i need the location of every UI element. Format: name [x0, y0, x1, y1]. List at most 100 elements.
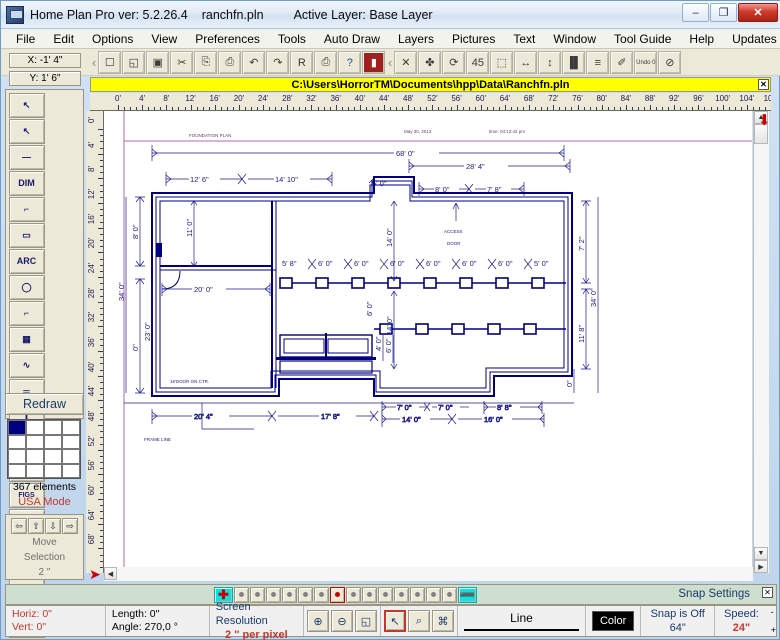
color-button[interactable]: Color	[591, 611, 635, 631]
arc-tool[interactable]: ARC	[8, 248, 45, 274]
menu-item-text[interactable]: Text	[504, 31, 544, 47]
speed-decrease-button[interactable]: +	[771, 625, 776, 635]
horizontal-ruler[interactable]: 0' 4' 8' 12' 16' 20' 24' 28' 32' 36' 40' 44' 48' 52' 5…	[90, 93, 771, 111]
snap-settings-button[interactable]: Snap Settings	[673, 587, 755, 601]
color-swatch[interactable]	[26, 434, 44, 449]
stretch-vertical-button[interactable]: ↕	[538, 51, 562, 74]
layer-dot-button-5[interactable]	[314, 586, 329, 603]
open-file-button[interactable]: ◱	[122, 51, 146, 74]
save-file-button[interactable]: ▣	[146, 51, 170, 74]
speed-increase-button[interactable]: -	[771, 607, 776, 617]
vertical-ruler[interactable]: 0' 4' 8' 12' 16' 20' 24' 28' 32' 36' 40' 44' 48' 52' 5…	[86, 111, 104, 573]
layer-dot-button-13[interactable]	[442, 586, 457, 603]
layer-dot-button-11[interactable]	[410, 586, 425, 603]
circle-tool[interactable]: ◯	[8, 274, 45, 300]
color-swatch[interactable]	[8, 434, 26, 449]
color-swatch-grid[interactable]	[7, 419, 81, 479]
maximize-button[interactable]: ❐	[710, 3, 737, 22]
color-swatch[interactable]	[8, 463, 26, 478]
menu-item-file[interactable]: File	[7, 31, 44, 47]
layer-dot-button-8[interactable]	[362, 586, 377, 603]
layer-dot-button-12[interactable]	[426, 586, 441, 603]
minimize-button[interactable]: –	[682, 3, 709, 22]
rectangle-tool[interactable]: ▭	[8, 222, 45, 248]
menu-item-layers[interactable]: Layers	[389, 31, 443, 47]
menu-item-auto-draw[interactable]: Auto Draw	[315, 31, 389, 47]
menu-item-options[interactable]: Options	[83, 31, 142, 47]
menu-item-tools[interactable]: Tools	[269, 31, 315, 47]
toolbar-scroll-left-icon[interactable]: ‹	[388, 55, 392, 70]
color-swatch[interactable]	[62, 463, 80, 478]
menu-item-tool-guide[interactable]: Tool Guide	[605, 31, 680, 47]
stretch-horizontal-button[interactable]: ↔	[514, 51, 538, 74]
select-area-tool[interactable]: ↖	[8, 118, 45, 144]
rotate-button[interactable]: ⟳	[442, 51, 466, 74]
layer-dot-button-9[interactable]	[378, 586, 393, 603]
menu-item-help[interactable]: Help	[680, 31, 723, 47]
vertical-scrollbar[interactable]: ▲ ▼ ▶	[753, 111, 769, 573]
speed-panel[interactable]: Speed: 24"	[715, 606, 768, 636]
curve-tool[interactable]: ∿	[8, 352, 45, 378]
undo-zero-button[interactable]: Undo 0	[634, 51, 658, 74]
color-swatch[interactable]	[44, 420, 62, 435]
print-preview-button[interactable]: R	[290, 51, 314, 74]
align-columns-button[interactable]: ▐▌	[562, 51, 586, 74]
line-tool[interactable]: —	[8, 144, 45, 170]
polyline-tool[interactable]: ⌐	[8, 196, 45, 222]
color-swatch[interactable]	[44, 449, 62, 464]
menu-item-pictures[interactable]: Pictures	[443, 31, 504, 47]
layer-dot-button-10[interactable]	[394, 586, 409, 603]
color-swatch[interactable]	[44, 463, 62, 478]
cancel-circle-button[interactable]: ⊘	[658, 51, 682, 74]
close-button[interactable]: ✕	[738, 3, 778, 22]
dotbar-close-icon[interactable]: ✕	[762, 587, 773, 598]
move-arrow-1[interactable]: ⇧	[28, 518, 44, 534]
color-swatch[interactable]	[62, 449, 80, 464]
color-swatch[interactable]	[62, 420, 80, 435]
toolbar-scroll-left-icon[interactable]: ‹	[92, 55, 96, 70]
scroll-down-button[interactable]: ▼	[754, 547, 768, 560]
color-swatch[interactable]	[26, 463, 44, 478]
copy-button[interactable]: ⎘	[194, 51, 218, 74]
color-swatch[interactable]	[62, 434, 80, 449]
layer-dot-button-6[interactable]	[330, 586, 345, 603]
select-arrow-tool[interactable]: ↖	[8, 92, 45, 118]
undo-button[interactable]: ↶	[242, 51, 266, 74]
menu-item-updates[interactable]: Updates	[723, 31, 780, 47]
move-button[interactable]: ✤	[418, 51, 442, 74]
path-close-icon[interactable]: ✕	[758, 79, 769, 90]
new-file-button[interactable]: ☐	[98, 51, 122, 74]
wall-tool[interactable]: ⌐	[8, 300, 45, 326]
print-button[interactable]: ⎙	[314, 51, 338, 74]
move-arrow-0[interactable]: ⇦	[11, 518, 27, 534]
line-style-panel[interactable]: Line	[458, 606, 586, 636]
fit-page-icon[interactable]: ◱	[354, 610, 377, 632]
move-arrow-2[interactable]: ⇩	[45, 518, 61, 534]
scroll-right-corner-button[interactable]: ▶	[754, 560, 768, 573]
grid-tool[interactable]: ▦	[8, 326, 45, 352]
zoom-dynamic-icon[interactable]: ⌘	[431, 610, 454, 632]
dimension-tool[interactable]: DIM	[8, 170, 45, 196]
cut-button[interactable]: ✂	[170, 51, 194, 74]
pan-icon[interactable]: ↖	[383, 610, 406, 632]
measure-button[interactable]: ✐	[610, 51, 634, 74]
menu-item-edit[interactable]: Edit	[44, 31, 83, 47]
remove-layer-button[interactable]: ➖	[458, 586, 477, 603]
redraw-button[interactable]: Redraw	[5, 393, 84, 415]
redo-button[interactable]: ↷	[266, 51, 290, 74]
zoom-in-icon[interactable]: ⊕	[306, 610, 329, 632]
scroll-left-button[interactable]: ◀	[104, 567, 117, 580]
color-swatch[interactable]	[8, 449, 26, 464]
exit-door-button[interactable]: ▮	[362, 51, 386, 74]
layer-dot-button-7[interactable]	[346, 586, 361, 603]
layer-dot-button-4[interactable]	[298, 586, 313, 603]
color-swatch[interactable]	[44, 434, 62, 449]
align-rows-button[interactable]: ≡	[586, 51, 610, 74]
paste-button[interactable]: ⎙	[218, 51, 242, 74]
snap-panel[interactable]: Snap is Off 64"	[641, 606, 716, 636]
color-swatch[interactable]	[8, 420, 26, 435]
move-arrow-3[interactable]: ⇨	[62, 518, 78, 534]
color-swatch[interactable]	[26, 449, 44, 464]
menu-item-window[interactable]: Window	[544, 31, 605, 47]
zoom-out-icon[interactable]: ⊖	[330, 610, 353, 632]
